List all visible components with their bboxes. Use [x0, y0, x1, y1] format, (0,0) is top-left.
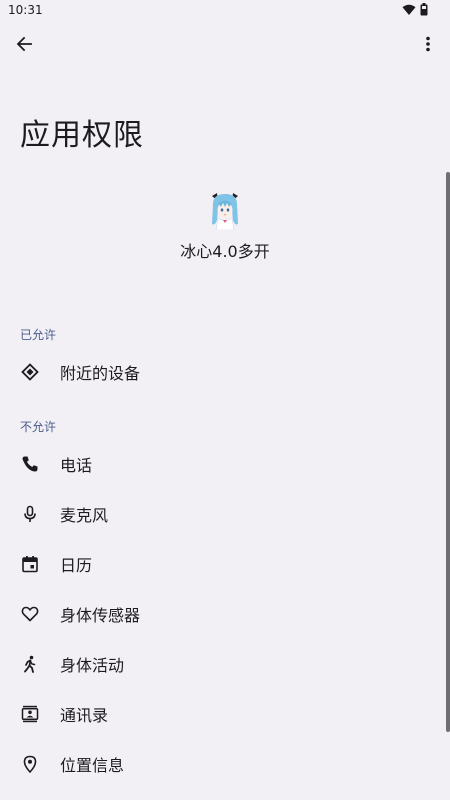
- permission-item-phone[interactable]: 电话: [0, 439, 440, 489]
- app-avatar-icon: [205, 190, 245, 230]
- permission-item-physical-activity[interactable]: 身体活动: [0, 639, 440, 689]
- permission-label: 身体传感器: [60, 606, 141, 625]
- more-vert-icon: [425, 36, 431, 52]
- battery-icon: [420, 3, 428, 16]
- phone-icon: [20, 454, 40, 474]
- contacts-icon: [20, 704, 40, 724]
- permission-label: 日历: [60, 556, 93, 575]
- scrollbar[interactable]: [446, 172, 450, 732]
- walking-icon: [20, 654, 40, 674]
- permission-item-microphone[interactable]: 麦克风: [0, 489, 440, 539]
- permission-label: 通讯录: [60, 706, 109, 725]
- more-options-button[interactable]: [414, 30, 442, 58]
- permission-item-location[interactable]: 位置信息: [0, 739, 440, 789]
- section-header-allowed: 已允许: [20, 328, 57, 342]
- calendar-icon: [20, 554, 40, 574]
- nearby-devices-icon: [20, 362, 40, 382]
- permission-label: 附近的设备: [60, 364, 141, 383]
- back-button[interactable]: [10, 30, 38, 58]
- permission-label: 电话: [60, 456, 93, 475]
- arrow-back-icon: [16, 36, 32, 52]
- status-time: 10:31: [8, 3, 43, 17]
- permission-item-calendar[interactable]: 日历: [0, 539, 440, 589]
- permission-item-nearby-devices[interactable]: 附近的设备: [0, 347, 440, 397]
- heart-icon: [20, 604, 40, 624]
- top-app-bar: [0, 24, 450, 64]
- app-header: 冰心4.0多开: [0, 190, 450, 262]
- permission-label: 身体活动: [60, 656, 125, 675]
- page-title: 应用权限: [20, 118, 144, 153]
- app-name: 冰心4.0多开: [180, 242, 270, 261]
- status-icons: [402, 3, 428, 16]
- permission-label: 位置信息: [60, 756, 125, 775]
- location-icon: [20, 754, 40, 774]
- microphone-icon: [20, 504, 40, 524]
- permission-item-contacts[interactable]: 通讯录: [0, 689, 440, 739]
- status-bar: 10:31: [0, 0, 450, 24]
- section-header-denied: 不允许: [20, 420, 57, 434]
- permission-item-body-sensors[interactable]: 身体传感器: [0, 589, 440, 639]
- wifi-icon: [402, 4, 416, 16]
- permission-label: 麦克风: [60, 506, 109, 525]
